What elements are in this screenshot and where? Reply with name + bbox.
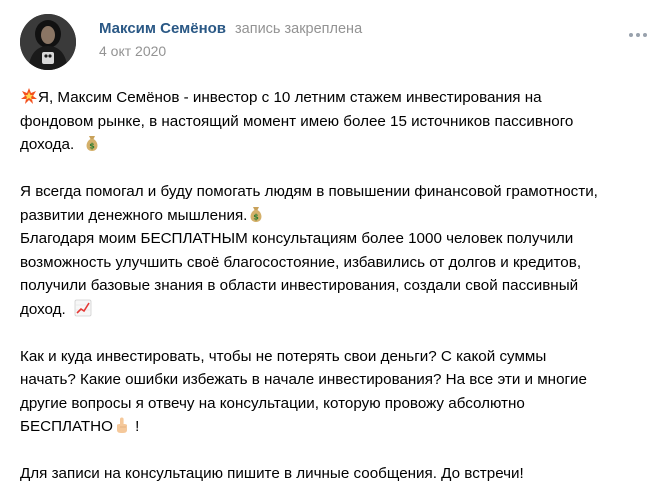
- text-line: Я всегда помогал и буду помогать людям в…: [20, 183, 598, 200]
- money-bag-emoji-icon: $: [250, 206, 262, 222]
- post: Максим Семёнов запись закреплена 4 окт 2…: [0, 0, 667, 486]
- text-line: дохода. $: [20, 133, 650, 157]
- more-horizontal-icon[interactable]: [627, 30, 649, 40]
- text-segment: дохода.: [20, 136, 75, 153]
- svg-text:$: $: [89, 142, 95, 151]
- text-line: другие вопросы я отвечу на консультации,…: [20, 394, 525, 412]
- post-date[interactable]: 4 окт 2020: [99, 43, 166, 59]
- text-line: начать? Какие ошибки избежать в начале и…: [20, 371, 587, 388]
- post-text: Я, Максим Семёнов - инвестор с 10 летним…: [20, 86, 650, 486]
- paragraph-help: Я всегда помогал и буду помогать людям в…: [20, 180, 650, 321]
- text-segment: развитии денежного мышления.: [20, 206, 248, 224]
- avatar[interactable]: [20, 14, 76, 70]
- pinned-label: запись закреплена: [235, 21, 363, 37]
- money-bag-emoji-icon: $: [86, 136, 98, 151]
- text-line: Как и куда инвестировать, чтобы не потер…: [20, 347, 547, 365]
- text-line: доход.: [20, 298, 650, 322]
- paragraph-intro: Я, Максим Семёнов - инвестор с 10 летним…: [20, 86, 650, 157]
- text-line: Благодаря моим БЕСПЛАТНЫМ консультациям …: [20, 230, 574, 247]
- text-line: Для записи на консультацию пишите в личн…: [20, 465, 524, 482]
- text-segment: !: [130, 418, 140, 435]
- collision-emoji-icon: [21, 88, 37, 104]
- text-line: возможность улучшить своё благосостояние…: [20, 253, 582, 271]
- paragraph-contact: Для записи на консультацию пишите в личн…: [20, 462, 650, 486]
- text-segment: Я, Максим Семёнов - инвестор с 10 летним…: [38, 89, 542, 106]
- author-name[interactable]: Максим Семёнов: [99, 20, 226, 37]
- text-line: получили базовые знания в области инвест…: [20, 277, 579, 294]
- text-segment: доход.: [20, 300, 66, 318]
- paragraph-questions: Как и куда инвестировать, чтобы не потер…: [20, 345, 650, 439]
- text-line: Я, Максим Семёнов - инвестор с 10 летним…: [20, 86, 650, 110]
- index-pointing-up-emoji-icon: [116, 417, 127, 433]
- text-line: фондовом рынке, в настоящий момент имею …: [20, 112, 574, 130]
- chart-increasing-emoji-icon: [74, 299, 92, 316]
- text-segment: БЕСПЛАТНО: [20, 418, 113, 435]
- text-line: БЕСПЛАТНО !: [20, 415, 650, 439]
- svg-text:$: $: [254, 212, 260, 221]
- text-line: развитии денежного мышления. $: [20, 204, 650, 228]
